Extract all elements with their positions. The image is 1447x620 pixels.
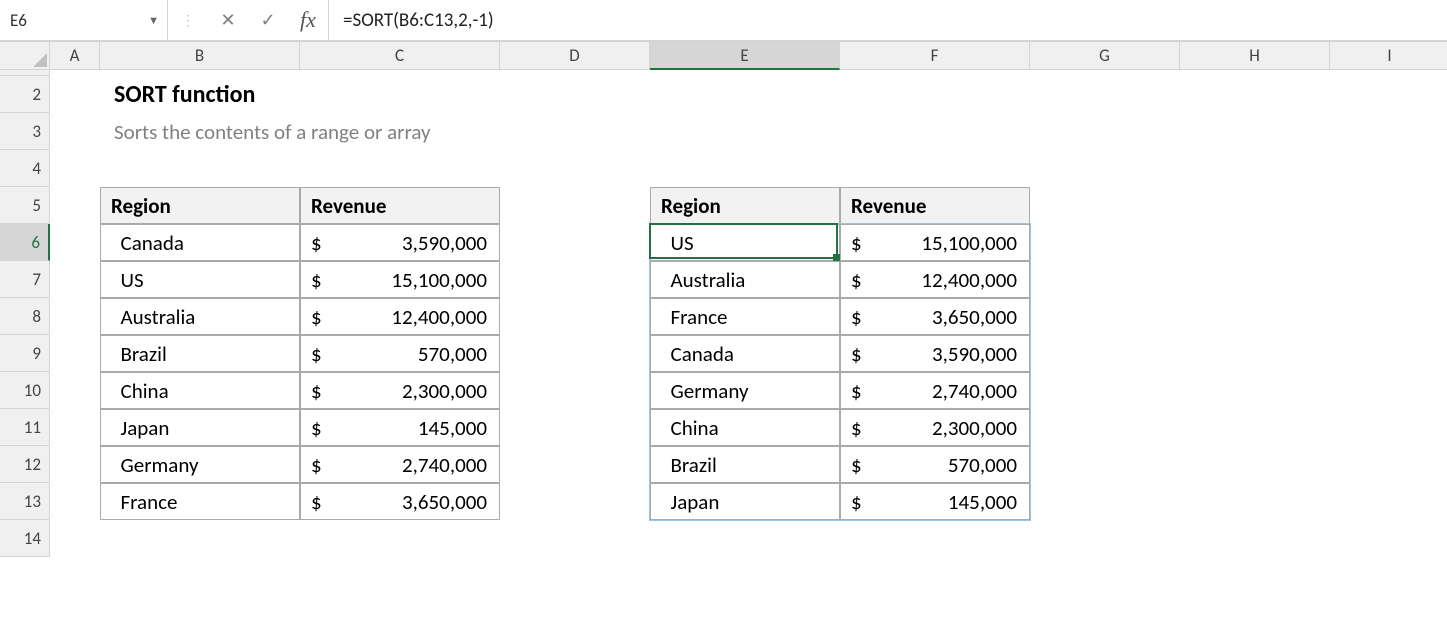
row-header-3[interactable]: 3 — [0, 113, 50, 150]
table2-region-0[interactable]: US — [650, 224, 840, 261]
row-headers: 234567891011121314 — [0, 70, 50, 557]
table2-region-1[interactable]: Australia — [650, 261, 840, 298]
spreadsheet-grid: ABCDEFGHI 234567891011121314 SORT functi… — [0, 42, 1447, 618]
table1-revenue-5[interactable]: $145,000 — [300, 409, 500, 446]
table2-revenue-0[interactable]: $15,100,000 — [840, 224, 1030, 261]
formula-bar-buttons: ⋮ ✕ ✓ fx — [168, 0, 329, 40]
table1-region-7[interactable]: France — [100, 483, 300, 520]
table1-revenue-2[interactable]: $12,400,000 — [300, 298, 500, 335]
table1-revenue-0[interactable]: $3,590,000 — [300, 224, 500, 261]
table1-revenue-7[interactable]: $3,650,000 — [300, 483, 500, 520]
row-header-9[interactable]: 9 — [0, 335, 50, 372]
column-header-F[interactable]: F — [840, 42, 1030, 70]
row-header-8[interactable]: 8 — [0, 298, 50, 335]
table2-region-6[interactable]: Brazil — [650, 446, 840, 483]
table1-region-0[interactable]: Canada — [100, 224, 300, 261]
column-header-H[interactable]: H — [1180, 42, 1330, 70]
table1-revenue-3[interactable]: $570,000 — [300, 335, 500, 372]
table1-region-5[interactable]: Japan — [100, 409, 300, 446]
table1-region-2[interactable]: Australia — [100, 298, 300, 335]
cell-title[interactable]: SORT function — [100, 76, 650, 113]
table2-revenue-4[interactable]: $2,740,000 — [840, 372, 1030, 409]
table1-header-revenue[interactable]: Revenue — [300, 187, 500, 224]
column-header-B[interactable]: B — [100, 42, 300, 70]
name-box-value: E6 — [10, 10, 27, 31]
table2-revenue-2[interactable]: $3,650,000 — [840, 298, 1030, 335]
formula-bar-more-icon[interactable]: ⋮ — [168, 0, 208, 40]
column-header-D[interactable]: D — [500, 42, 650, 70]
row-header-7[interactable]: 7 — [0, 261, 50, 298]
cancel-formula-icon[interactable]: ✕ — [208, 0, 248, 40]
row-header-11[interactable]: 11 — [0, 409, 50, 446]
table1-revenue-1[interactable]: $15,100,000 — [300, 261, 500, 298]
column-header-G[interactable]: G — [1030, 42, 1180, 70]
table2-revenue-1[interactable]: $12,400,000 — [840, 261, 1030, 298]
table1-region-4[interactable]: China — [100, 372, 300, 409]
enter-formula-icon[interactable]: ✓ — [248, 0, 288, 40]
column-header-E[interactable]: E — [650, 42, 840, 70]
row-header-13[interactable]: 13 — [0, 483, 50, 520]
table1-region-1[interactable]: US — [100, 261, 300, 298]
row-header-4[interactable]: 4 — [0, 150, 50, 187]
row-header-5[interactable]: 5 — [0, 187, 50, 224]
name-box-dropdown-icon[interactable]: ▼ — [148, 14, 159, 27]
column-header-I[interactable]: I — [1330, 42, 1447, 70]
table2-header-region[interactable]: Region — [650, 187, 840, 224]
insert-function-icon[interactable]: fx — [288, 0, 328, 40]
table2-region-5[interactable]: China — [650, 409, 840, 446]
name-box[interactable]: E6 ▼ — [0, 0, 168, 40]
table2-region-7[interactable]: Japan — [650, 483, 840, 520]
table2-revenue-3[interactable]: $3,590,000 — [840, 335, 1030, 372]
row-header-6[interactable]: 6 — [0, 224, 50, 261]
row-header-14[interactable]: 14 — [0, 520, 50, 557]
row-header-10[interactable]: 10 — [0, 372, 50, 409]
table2-revenue-7[interactable]: $145,000 — [840, 483, 1030, 520]
table1-revenue-6[interactable]: $2,740,000 — [300, 446, 500, 483]
table1-region-3[interactable]: Brazil — [100, 335, 300, 372]
table2-region-4[interactable]: Germany — [650, 372, 840, 409]
table2-revenue-5[interactable]: $2,300,000 — [840, 409, 1030, 446]
row-header-12[interactable]: 12 — [0, 446, 50, 483]
column-headers: ABCDEFGHI — [50, 42, 1447, 70]
column-header-C[interactable]: C — [300, 42, 500, 70]
table1-header-region[interactable]: Region — [100, 187, 300, 224]
formula-input[interactable]: =SORT(B6:C13,2,-1) — [329, 0, 1447, 40]
table2-region-2[interactable]: France — [650, 298, 840, 335]
formula-text: =SORT(B6:C13,2,-1) — [343, 9, 494, 32]
table1-region-6[interactable]: Germany — [100, 446, 300, 483]
column-header-A[interactable]: A — [50, 42, 100, 70]
table2-header-revenue[interactable]: Revenue — [840, 187, 1030, 224]
formula-bar: E6 ▼ ⋮ ✕ ✓ fx =SORT(B6:C13,2,-1) — [0, 0, 1447, 42]
cell-subtitle[interactable]: Sorts the contents of a range or array — [100, 113, 840, 150]
select-all-cells[interactable] — [0, 42, 50, 70]
table2-revenue-6[interactable]: $570,000 — [840, 446, 1030, 483]
row-header-2[interactable]: 2 — [0, 76, 50, 113]
table1-revenue-4[interactable]: $2,300,000 — [300, 372, 500, 409]
table2-region-3[interactable]: Canada — [650, 335, 840, 372]
